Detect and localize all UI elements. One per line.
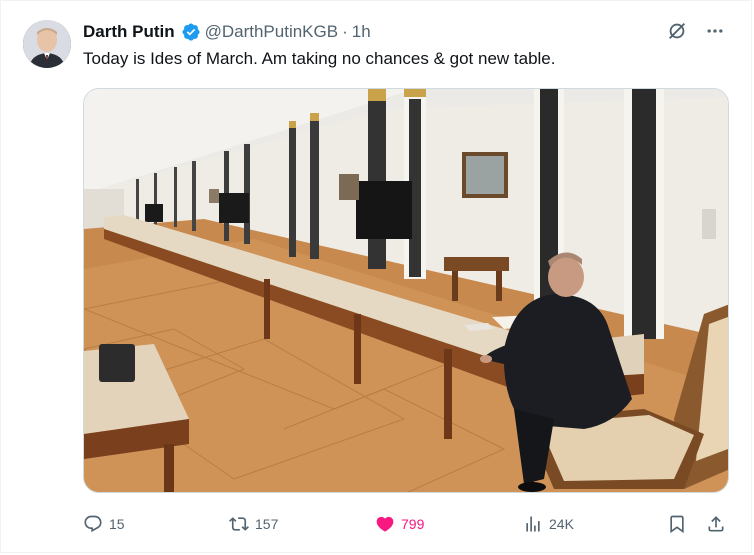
- reply-count: 15: [109, 516, 125, 532]
- separator-dot: ·: [342, 22, 348, 41]
- views-chart-icon: [526, 516, 540, 532]
- views-count: 24K: [549, 516, 574, 532]
- views-button[interactable]: 24K: [523, 514, 574, 534]
- avatar[interactable]: [23, 20, 71, 68]
- action-bar: 15 157 799 24K: [83, 511, 727, 537]
- bookmark-icon: [670, 515, 684, 534]
- tweet-card[interactable]: Darth Putin @DarthPutinKGB · 1h Today is…: [0, 0, 752, 553]
- retweet-button[interactable]: 157: [229, 514, 278, 534]
- tweet-text: Today is Ides of March. Am taking no cha…: [83, 49, 556, 68]
- bookmark-button[interactable]: [667, 514, 687, 534]
- share-icon: [708, 516, 724, 532]
- reply-button[interactable]: 15: [83, 514, 125, 534]
- tweet-header: Darth Putin @DarthPutinKGB · 1h: [83, 21, 371, 43]
- retweet-count: 157: [255, 516, 279, 532]
- long-table-room-illustration: [84, 89, 728, 492]
- heart-icon: [376, 516, 394, 532]
- grok-icon[interactable]: [665, 19, 689, 43]
- timestamp[interactable]: 1h: [352, 22, 371, 42]
- retweet-icon: [229, 517, 249, 531]
- tweet-photo[interactable]: [83, 88, 729, 493]
- author-name[interactable]: Darth Putin: [83, 22, 175, 42]
- author-handle[interactable]: @DarthPutinKGB: [205, 22, 338, 42]
- reply-icon: [84, 515, 102, 533]
- like-count: 799: [401, 516, 425, 532]
- top-icons: [665, 19, 727, 43]
- verified-badge-icon: [182, 23, 200, 41]
- share-button[interactable]: [706, 514, 726, 534]
- like-button[interactable]: 799: [375, 514, 424, 534]
- more-options-icon[interactable]: [703, 19, 727, 43]
